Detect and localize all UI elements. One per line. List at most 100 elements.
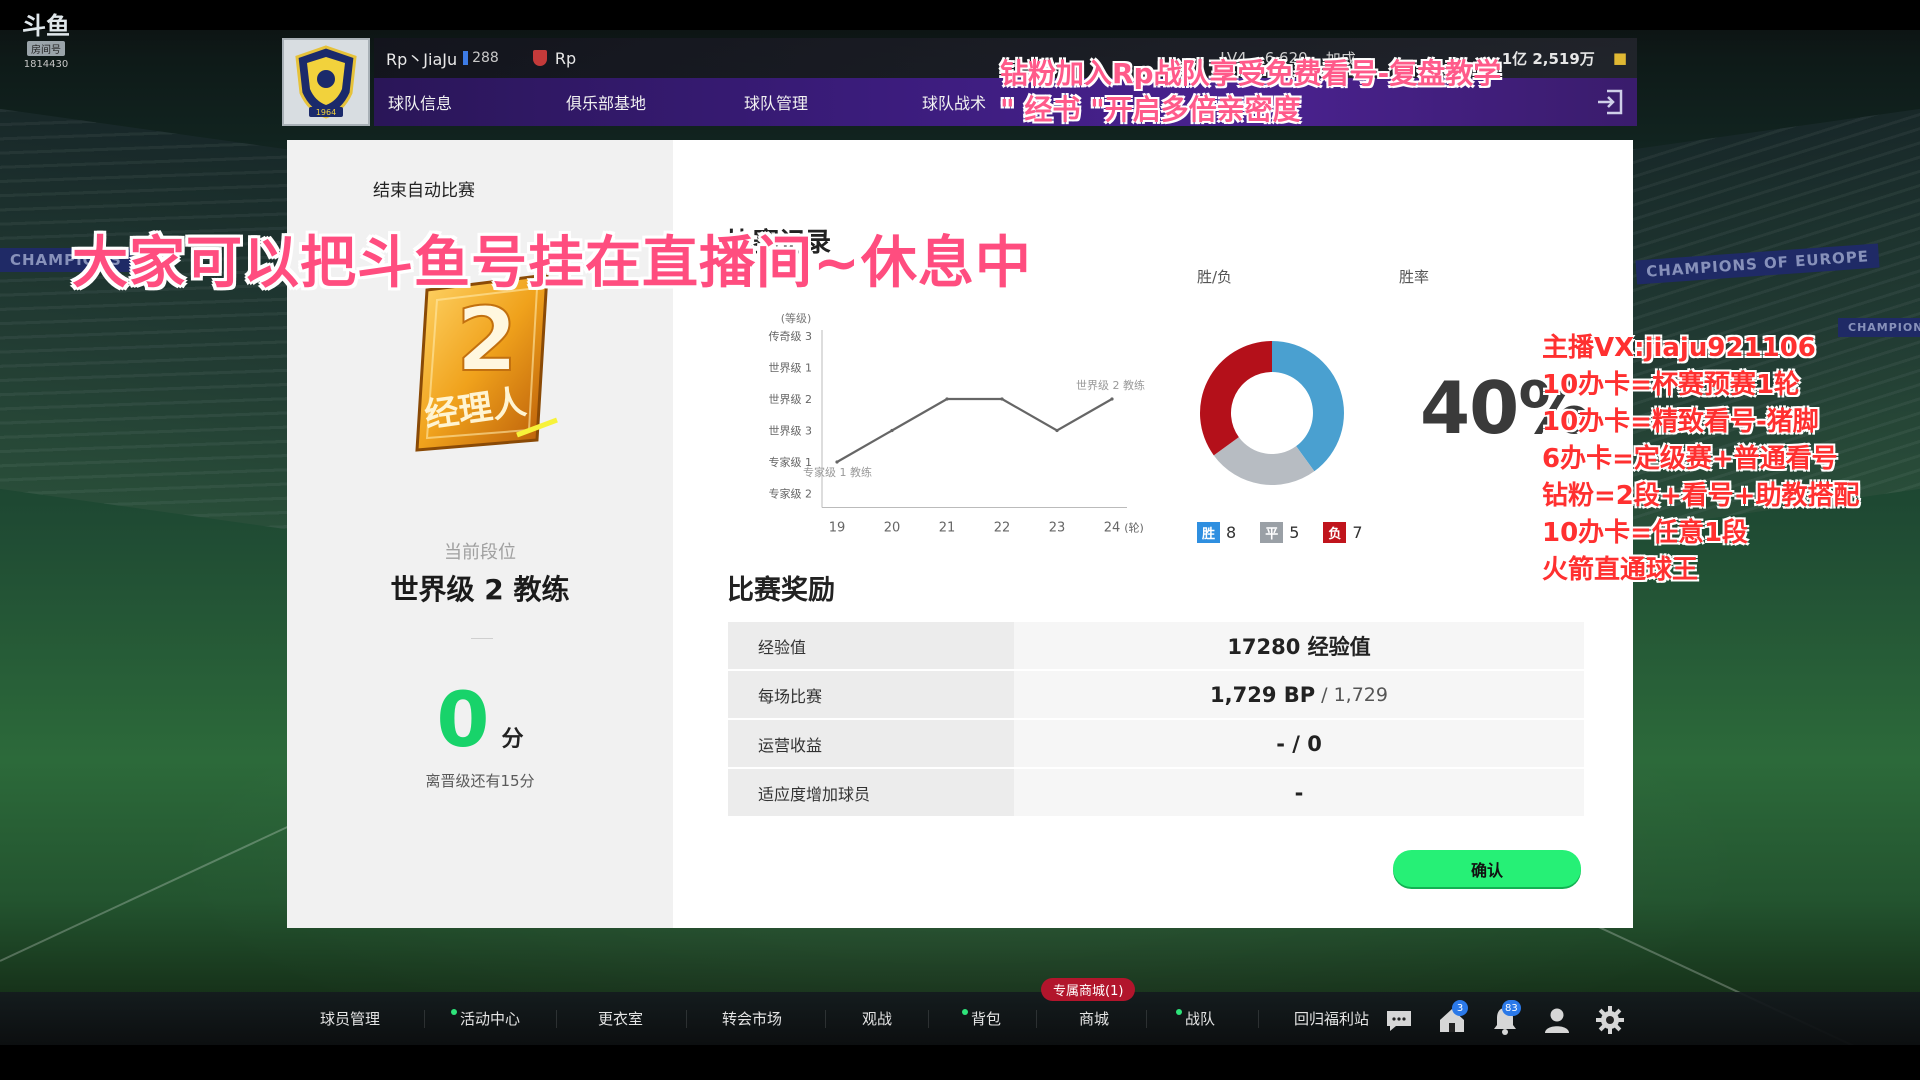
clan-icon: [532, 50, 547, 66]
bnav-label: 背包: [971, 1010, 1002, 1028]
chat-icon[interactable]: [1383, 1004, 1415, 1036]
win-rate-label: 胜率: [1399, 268, 1430, 286]
bnav-activity-center[interactable]: 活动中心: [451, 992, 520, 1045]
profile-icon[interactable]: [1541, 1004, 1573, 1036]
data-point: [890, 428, 894, 433]
room-id: 1814430: [23, 59, 69, 70]
stream-services-overlay: 主播VX:jiaju921106 10办卡=杯赛预赛1轮 10办卡=精致看号-猪…: [1542, 330, 1859, 589]
current-rank-name: 世界级 2 教练: [390, 573, 570, 606]
team-label[interactable]: Rp丶JiaJu: [386, 46, 457, 70]
bnav-label: 更衣室: [598, 1010, 644, 1028]
x-tick-label: 24: [1104, 521, 1121, 536]
bnav-separator: [686, 1010, 687, 1028]
y-tick-label: 传奇级 3: [769, 330, 813, 343]
home-badge: 3: [1452, 1000, 1468, 1016]
exit-icon[interactable]: [1595, 88, 1625, 116]
legend-loss-tag: 负: [1323, 522, 1347, 543]
reward-key: 每场比赛: [728, 671, 1014, 718]
svg-text:1964: 1964: [316, 108, 336, 117]
x-tick-label: 23: [1049, 521, 1066, 536]
bnav-locker-room[interactable]: 更衣室: [598, 992, 643, 1045]
reward-row: 运营收益 - / 0: [728, 720, 1584, 767]
legend-win-tag: 胜: [1197, 522, 1221, 543]
service-line: 6办卡=定级赛+普通看号: [1542, 444, 1838, 474]
reward-table: 经验值 17280 经验值 每场比赛 1,729 BP/ 1,729 运营收益 …: [728, 622, 1584, 818]
series-line: [836, 397, 1113, 463]
settings-gear-icon[interactable]: [1594, 1004, 1626, 1036]
bnav-label: 观战: [862, 1010, 893, 1028]
x-tick-label: 20: [884, 521, 901, 536]
service-line: 主播VX:jiaju921106: [1542, 333, 1816, 363]
points-unit: 分: [501, 727, 524, 752]
donut-slice-胜: [1272, 341, 1344, 472]
douyu-logo-text: 斗鱼: [22, 11, 70, 40]
promotion-hint: 离晋级还有15分: [425, 772, 535, 790]
stream-rest-overlay: 大家可以把斗鱼号挂在直播间~休息中: [72, 231, 1032, 296]
current-rank-label: 当前段位: [444, 542, 516, 563]
crest-shield-icon: 1964: [295, 45, 357, 119]
y-tick-label: 世界级 2: [769, 393, 813, 406]
club-crest-icon[interactable]: 1964: [282, 38, 370, 126]
bnav-backpack[interactable]: 背包: [962, 992, 1001, 1045]
y-tick-label: 专家级 2: [769, 487, 813, 501]
service-line: 火箭直通球王: [1542, 555, 1699, 585]
service-line: 10办卡=精致看号-猪脚: [1542, 407, 1819, 437]
bnav-label: 战队: [1185, 1010, 1216, 1028]
reward-row: 适应度增加球员 -: [728, 769, 1584, 816]
end-auto-match-label[interactable]: 结束自动比赛: [373, 176, 475, 201]
reward-value: 1,729 BP/ 1,729: [1014, 671, 1584, 718]
reward-value-main: 1,729 BP: [1210, 682, 1316, 707]
stream-promo-overlay: 钻粉加入Rp战队享受免费看号-复盘教学 " 经书 "开启多倍亲密度: [1000, 56, 1501, 128]
chart-annotation: 世界级 2 教练: [1076, 378, 1145, 392]
reward-value: 17280 经验值: [1014, 622, 1584, 669]
reward-value-main: - / 0: [1276, 731, 1322, 756]
chart-annotation: 专家级 1 教练: [803, 465, 872, 479]
badge-number: 2: [456, 288, 517, 391]
reward-key: 运营收益: [728, 720, 1014, 767]
rank-divider: [471, 638, 493, 639]
douyu-watermark: 斗鱼 房间号 1814430: [14, 11, 78, 71]
bnav-squad[interactable]: 战队: [1176, 992, 1215, 1045]
bnav-transfer-market[interactable]: 转会市场: [722, 992, 782, 1045]
bnav-separator: [1036, 1010, 1037, 1028]
reward-row: 每场比赛 1,729 BP/ 1,729: [728, 671, 1584, 718]
legend-draw-tag: 平: [1260, 522, 1284, 543]
service-line: 10办卡=任意1段: [1542, 518, 1749, 548]
x-tick-label: 22: [994, 521, 1011, 536]
x-tick-label: 21: [939, 521, 956, 536]
reward-value: -: [1014, 769, 1584, 816]
bnav-separator: [1146, 1010, 1147, 1028]
promo-line-1: 钻粉加入Rp战队享受免费看号-复盘教学: [1000, 57, 1502, 90]
room-tag: 房间号: [27, 41, 65, 56]
nav-team-info[interactable]: 球队信息: [388, 90, 566, 114]
promo-line-2: " 经书 "开启多倍亲密度: [1000, 93, 1301, 126]
match-reward-title: 比赛奖励: [727, 575, 835, 606]
exclusive-shop-badge[interactable]: 专属商城(1): [1041, 978, 1136, 1001]
bnav-spectate[interactable]: 观战: [862, 992, 892, 1045]
bnav-label: 转会市场: [722, 1010, 783, 1028]
nav-club-base[interactable]: 俱乐部基地: [566, 90, 744, 114]
legend-win: 胜 8: [1197, 522, 1236, 543]
bnav-return-welfare[interactable]: 回归福利站: [1294, 992, 1369, 1045]
reward-value: - / 0: [1014, 720, 1584, 767]
data-point: [1110, 397, 1114, 401]
nav-team-management[interactable]: 球队管理: [744, 90, 922, 114]
bnav-separator: [928, 1010, 929, 1028]
data-point: [945, 397, 949, 401]
legend-draw-value: 5: [1289, 523, 1300, 542]
clan-name[interactable]: Rp: [555, 49, 576, 68]
reward-value-main: -: [1294, 780, 1304, 805]
y-axis-label: (等级): [781, 311, 812, 325]
bnav-separator: [1258, 1010, 1259, 1028]
x-axis-label: (轮): [1124, 521, 1144, 535]
service-line: 10办卡=杯赛预赛1轮: [1542, 370, 1801, 400]
confirm-button[interactable]: 确认: [1393, 850, 1581, 887]
win-loss-legend: 胜 8 平 5 负 7: [1197, 522, 1363, 543]
x-tick-label: 19: [829, 521, 846, 536]
team-level-bar: [463, 51, 469, 65]
bnav-player-management[interactable]: 球员管理: [320, 992, 380, 1045]
y-tick-label: 世界级 3: [769, 425, 813, 438]
rank-trend-chart: (等级)传奇级 3世界级 1世界级 2世界级 3专家级 1专家级 219 20 21…: [769, 311, 1146, 536]
reward-row: 经验值 17280 经验值: [728, 622, 1584, 669]
letterbox-bottom: [0, 1045, 1920, 1080]
